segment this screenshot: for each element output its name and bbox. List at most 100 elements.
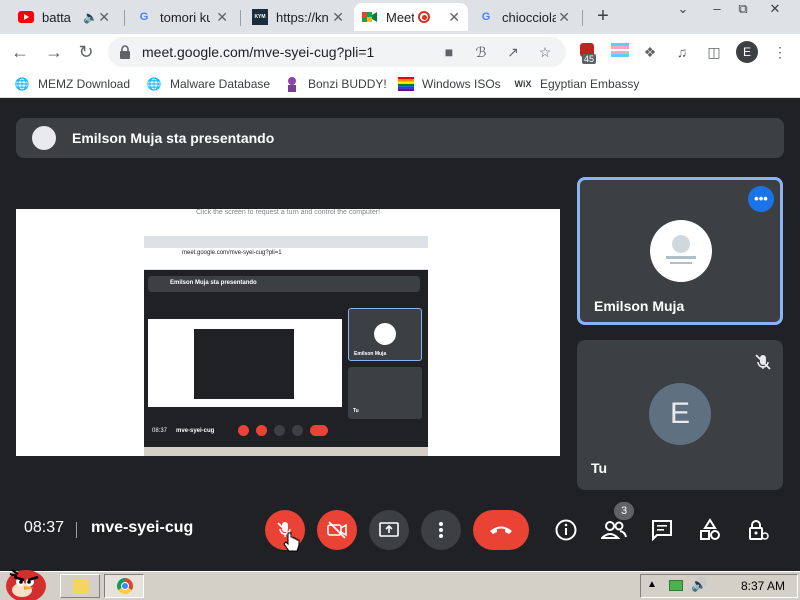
bookmark-label: Malware Database <box>170 77 271 91</box>
present-screen-icon <box>379 522 399 537</box>
start-button[interactable] <box>2 562 50 600</box>
tab-know-your-meme[interactable]: KYM https://kn ✕ <box>244 3 352 31</box>
windows-taskbar: ▲ 🔊 8:37 AM <box>0 569 800 600</box>
activities-button[interactable] <box>696 516 724 544</box>
self-avatar: E <box>649 383 711 445</box>
bookmark-malware-database[interactable]: 🌐 Malware Database <box>146 76 271 92</box>
forward-button[interactable]: → <box>42 40 66 64</box>
bookmark-windows-isos[interactable]: Windows ISOs <box>398 76 501 92</box>
side-panel-icon[interactable]: ◫ <box>704 42 724 62</box>
nested-address: meet.google.com/mve-syei-cug?pli=1 <box>182 250 282 256</box>
tab-youtube[interactable]: batta 🔈 ✕ <box>10 3 118 31</box>
participant-avatar <box>650 220 712 282</box>
reload-button[interactable]: ↻ <box>74 40 98 64</box>
mouse-cursor-icon <box>283 531 301 553</box>
participants-button[interactable] <box>600 516 628 544</box>
meeting-clock: 08:37 <box>24 519 65 536</box>
close-tab-icon[interactable]: ✕ <box>98 9 110 26</box>
tab-title: batta <box>42 9 71 25</box>
recording-icon <box>418 11 430 23</box>
profile-avatar[interactable]: E <box>736 41 758 63</box>
puzzle-extensions-icon[interactable]: ❖ <box>640 42 660 62</box>
participant-name: Emilson Muja <box>594 298 685 314</box>
nested-tile-name: Emilson Muja <box>354 351 387 357</box>
more-options-kebab-button[interactable] <box>421 510 461 550</box>
bookmark-egyptian-embassy[interactable]: WiX Egyptian Embassy <box>514 76 640 92</box>
bookmarks-bar: 🌐 MEMZ Download 🌐 Malware Database Bonzi… <box>0 70 800 98</box>
tab-google-tomori[interactable]: G tomori ku ✕ <box>128 3 236 31</box>
volume-icon[interactable]: 🔊 <box>691 577 707 593</box>
bookmark-bonzi[interactable]: Bonzi BUDDY! <box>284 76 387 92</box>
close-window-icon[interactable]: ✕ <box>762 0 788 20</box>
pride-flag-extension-icon[interactable] <box>610 42 630 62</box>
lock-icon <box>120 45 130 59</box>
bookmark-memz[interactable]: 🌐 MEMZ Download <box>14 76 131 92</box>
bonzi-icon <box>284 76 300 92</box>
camera-toggle-button[interactable] <box>317 510 357 550</box>
nested-tile-name: Tu <box>353 408 359 414</box>
tab-meet[interactable]: Meet ✕ <box>354 3 468 31</box>
tab-title: chiocciola <box>502 9 556 25</box>
windows-icon <box>398 76 414 92</box>
address-url: meet.google.com/mve-syei-cug?pli=1 <box>142 44 375 60</box>
close-tab-icon[interactable]: ✕ <box>332 9 344 26</box>
menu-kebab-icon[interactable]: ⋮ <box>770 42 790 62</box>
taskbar-explorer-button[interactable] <box>60 574 100 598</box>
minimize-icon[interactable]: – <box>704 0 730 20</box>
camera-off-icon <box>327 521 347 539</box>
translate-icon[interactable]: ℬ <box>472 43 490 61</box>
present-screen-button[interactable] <box>369 510 409 550</box>
host-controls-button[interactable] <box>744 516 772 544</box>
share-icon[interactable]: ↗ <box>504 43 522 61</box>
speaker-icon: 🔈 <box>83 10 99 24</box>
bookmark-star-icon[interactable]: ☆ <box>536 43 554 61</box>
new-tab-button[interactable]: + <box>592 5 614 27</box>
restore-icon[interactable]: ⧉ <box>730 0 756 20</box>
google-meet-icon <box>362 9 378 25</box>
participant-tile-self[interactable]: E Tu <box>577 340 783 490</box>
system-tray: ▲ 🔊 8:37 AM <box>640 574 798 598</box>
bookmark-label: Bonzi BUDDY! <box>308 77 387 91</box>
mic-muted-icon <box>755 354 771 370</box>
host-controls-lock-icon <box>749 520 769 540</box>
close-tab-icon[interactable]: ✕ <box>558 9 570 26</box>
bookmark-label: MEMZ Download <box>38 77 131 91</box>
nested-bookmarks <box>144 260 428 270</box>
nested-cam-button <box>256 425 267 436</box>
meeting-details-button[interactable] <box>552 516 580 544</box>
leave-call-button[interactable] <box>473 510 529 550</box>
camera-in-use-icon[interactable]: ■ <box>440 43 458 61</box>
nested-more-button <box>292 425 303 436</box>
chat-icon <box>652 520 672 542</box>
presenting-text: Emilson Muja sta presentando <box>72 130 275 146</box>
tab-divider <box>582 10 583 26</box>
more-options-button[interactable]: ••• <box>748 186 774 212</box>
participant-tile-presenter[interactable]: ••• Emilson Muja <box>577 177 783 325</box>
tab-search-icon[interactable]: ⌄ <box>670 0 696 20</box>
nested-tile-avatar <box>374 323 396 345</box>
close-tab-icon[interactable]: ✕ <box>448 9 460 26</box>
tab-divider <box>240 10 241 26</box>
chat-button[interactable] <box>648 516 676 544</box>
address-bar[interactable]: meet.google.com/mve-syei-cug?pli=1 ■ ℬ ↗… <box>108 37 566 67</box>
screen-control-hint: Click the screen to request a turn and c… <box>195 209 381 216</box>
tab-google-chiocciola[interactable]: G chiocciola ✕ <box>470 3 578 31</box>
network-icon[interactable] <box>669 580 683 591</box>
taskbar-clock: 8:37 AM <box>740 579 785 593</box>
media-control-icon[interactable]: ♫ <box>672 42 692 62</box>
chrome-icon <box>117 578 133 594</box>
explorer-folder-icon <box>73 579 89 593</box>
participant-name: Tu <box>591 460 608 476</box>
presenter-avatar <box>32 126 56 150</box>
back-button[interactable]: ← <box>8 40 32 64</box>
tray-expand-icon[interactable]: ▲ <box>647 579 657 590</box>
wix-icon: WiX <box>514 79 532 89</box>
clock-divider <box>76 522 77 538</box>
nested-taskbar <box>144 447 428 456</box>
presentation-stage[interactable]: Click the screen to request a turn and c… <box>16 209 560 456</box>
nested-tab-strip <box>144 236 428 248</box>
close-tab-icon[interactable]: ✕ <box>216 9 228 26</box>
taskbar-chrome-button[interactable] <box>104 574 144 598</box>
nested-tile-self: Tu <box>348 367 422 419</box>
nested-hangup-button <box>310 425 328 436</box>
